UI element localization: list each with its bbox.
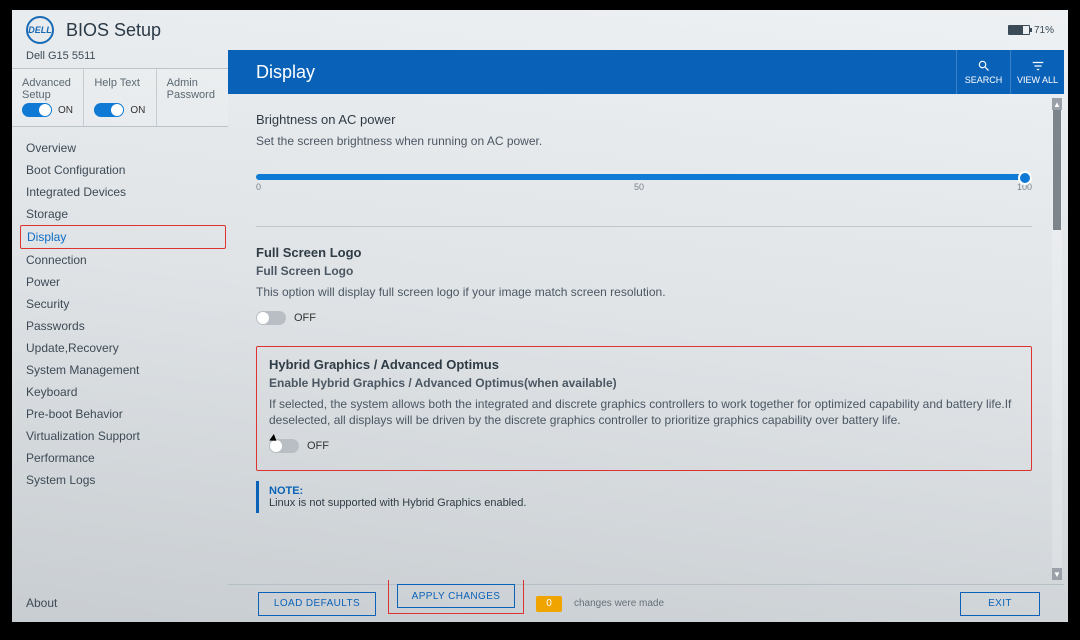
toggle-help-text: Help Text ON xyxy=(84,69,156,126)
toggle-advanced-setup: Advanced Setup ON xyxy=(12,69,84,126)
toggle-admin-password: Admin Password xyxy=(157,69,228,126)
scroll-down-icon[interactable]: ▼ xyxy=(1052,568,1062,580)
scroll-up-icon[interactable]: ▲ xyxy=(1052,98,1062,110)
app-title: BIOS Setup xyxy=(66,20,161,41)
sidebar: Dell G15 5511 Advanced Setup ON Help Tex… xyxy=(12,50,228,622)
nav-list: OverviewBoot ConfigurationIntegrated Dev… xyxy=(12,127,228,491)
sidebar-item-power[interactable]: Power xyxy=(12,271,228,293)
sidebar-item-keyboard[interactable]: Keyboard xyxy=(12,381,228,403)
brightness-title: Brightness on AC power xyxy=(256,112,1032,127)
footer-bar: LOAD DEFAULTS APPLY CHANGES 0 changes we… xyxy=(228,584,1064,622)
load-defaults-button[interactable]: LOAD DEFAULTS xyxy=(258,592,376,616)
sidebar-toggle-row: Advanced Setup ON Help Text ON Admin Pas… xyxy=(12,68,228,127)
note-label: NOTE: xyxy=(269,485,303,497)
page-title: Display xyxy=(256,62,315,83)
battery-icon xyxy=(1008,25,1030,35)
hybrid-heading: Hybrid Graphics / Advanced Optimus xyxy=(269,357,1019,372)
page-header: Display SEARCH VIEW ALL xyxy=(228,50,1064,94)
dell-logo-icon: DELL xyxy=(26,16,54,44)
search-icon xyxy=(977,59,991,73)
battery-percent: 71% xyxy=(1034,25,1054,36)
sidebar-item-performance[interactable]: Performance xyxy=(12,447,228,469)
brightness-desc: Set the screen brightness when running o… xyxy=(256,133,1032,150)
sidebar-item-display[interactable]: Display xyxy=(20,225,226,249)
note-box: NOTE: Linux is not supported with Hybrid… xyxy=(256,481,1032,513)
fslogo-heading: Full Screen Logo xyxy=(256,245,1032,260)
sidebar-item-passwords[interactable]: Passwords xyxy=(12,315,228,337)
changes-count-badge: 0 xyxy=(536,596,562,612)
search-button[interactable]: SEARCH xyxy=(956,50,1010,94)
apply-changes-button[interactable]: APPLY CHANGES xyxy=(397,584,515,608)
hybrid-desc: If selected, the system allows both the … xyxy=(269,396,1019,430)
help-text-switch[interactable] xyxy=(94,103,124,117)
sidebar-item-pre-boot-behavior[interactable]: Pre-boot Behavior xyxy=(12,403,228,425)
section-fullscreen-logo: Full Screen Logo Full Screen Logo This o… xyxy=(256,245,1032,330)
note-text: Linux is not supported with Hybrid Graph… xyxy=(269,497,526,509)
fslogo-desc: This option will display full screen log… xyxy=(256,284,1032,301)
fullscreen-logo-switch[interactable] xyxy=(256,311,286,325)
model-name: Dell G15 5511 xyxy=(12,50,228,68)
view-all-button[interactable]: VIEW ALL xyxy=(1010,50,1064,94)
battery-status: 71% xyxy=(1008,25,1054,36)
sidebar-item-update-recovery[interactable]: Update,Recovery xyxy=(12,337,228,359)
filter-icon xyxy=(1031,59,1045,73)
changes-text: changes were made xyxy=(574,598,664,609)
content-scroll-area: Brightness on AC power Set the screen br… xyxy=(228,94,1064,584)
sidebar-item-integrated-devices[interactable]: Integrated Devices xyxy=(12,181,228,203)
brightness-slider[interactable]: 0 50 100 xyxy=(256,170,1032,204)
slider-thumb-icon[interactable] xyxy=(1018,171,1032,185)
sidebar-item-security[interactable]: Security xyxy=(12,293,228,315)
sidebar-item-boot-configuration[interactable]: Boot Configuration xyxy=(12,159,228,181)
scrollbar[interactable]: ▲ ▼ xyxy=(1052,98,1062,580)
fslogo-sub: Full Screen Logo xyxy=(256,264,1032,278)
sidebar-item-system-logs[interactable]: System Logs xyxy=(12,469,228,491)
divider xyxy=(256,226,1032,227)
exit-button[interactable]: EXIT xyxy=(960,592,1040,616)
sidebar-item-virtualization-support[interactable]: Virtualization Support xyxy=(12,425,228,447)
title-bar: DELL BIOS Setup 71% xyxy=(12,10,1068,50)
advanced-setup-switch[interactable] xyxy=(22,103,52,117)
hybrid-graphics-switch[interactable] xyxy=(269,439,299,453)
section-hybrid-graphics: Hybrid Graphics / Advanced Optimus Enabl… xyxy=(256,346,1032,472)
hybrid-sub: Enable Hybrid Graphics / Advanced Optimu… xyxy=(269,376,1019,390)
sidebar-item-system-management[interactable]: System Management xyxy=(12,359,228,381)
sidebar-item-overview[interactable]: Overview xyxy=(12,137,228,159)
sidebar-item-storage[interactable]: Storage xyxy=(12,203,228,225)
sidebar-item-connection[interactable]: Connection xyxy=(12,249,228,271)
section-brightness: Brightness on AC power Set the screen br… xyxy=(256,112,1032,204)
scroll-thumb[interactable] xyxy=(1053,110,1061,230)
about-link[interactable]: About xyxy=(12,584,228,622)
